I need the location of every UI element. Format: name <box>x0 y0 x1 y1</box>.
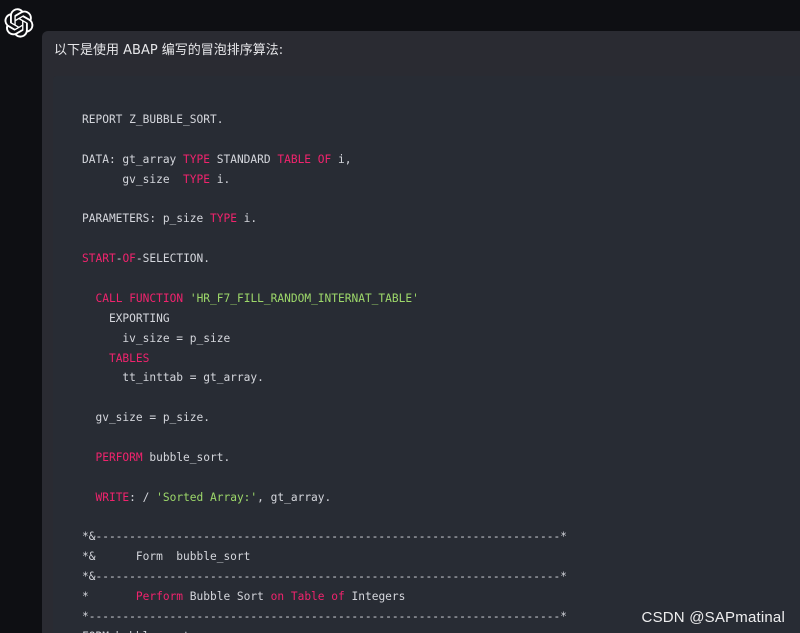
code-string: 'HR_F7_FILL_RANDOM_INTERNAT_TABLE' <box>189 291 419 305</box>
code-content: REPORT Z_BUBBLE_SORT. DATA: gt_array TYP… <box>82 110 567 633</box>
csdn-watermark: CSDN @SAPmatinal <box>641 609 785 626</box>
code-keyword: TYPE <box>183 172 210 186</box>
code-token: EXPORTING <box>82 311 170 325</box>
code-line: PERFORM bubble_sort. <box>82 448 567 468</box>
chat-page: 以下是使用 ABAP 编写的冒泡排序算法: REPORT Z_BUBBLE_SO… <box>0 0 800 633</box>
code-keyword: OF <box>317 152 332 166</box>
code-line: EXPORTING <box>82 309 567 329</box>
code-keyword: WRITE <box>95 490 130 504</box>
code-line: *&--------------------------------------… <box>82 527 567 547</box>
code-token: , gt_array. <box>257 490 332 504</box>
code-block: REPORT Z_BUBBLE_SORT. DATA: gt_array TYP… <box>53 76 800 633</box>
code-keyword: TABLE <box>277 152 312 166</box>
code-line: gv_size TYPE i. <box>82 170 567 190</box>
code-keyword: of <box>331 590 345 603</box>
code-keyword: on <box>270 590 285 603</box>
code-line: START-OF-SELECTION. <box>82 249 567 269</box>
code-line: *&--------------------------------------… <box>82 567 567 587</box>
code-keyword: Table <box>290 590 325 603</box>
code-token: *&--------------------------------------… <box>82 530 567 544</box>
code-line: * Perform Bubble Sort on Table of Intege… <box>82 587 567 607</box>
code-line: PARAMETERS: p_size TYPE i. <box>82 209 567 229</box>
code-token: *&--------------------------------------… <box>82 570 567 584</box>
code-keyword: TYPE <box>183 152 210 166</box>
code-token: DATA: gt_array <box>82 152 184 166</box>
code-line: REPORT Z_BUBBLE_SORT. <box>82 110 567 130</box>
code-token: -SELECTION. <box>135 252 211 266</box>
code-token: * <box>82 590 136 603</box>
code-token: Bubble Sort <box>183 590 271 603</box>
code-token: *---------------------------------------… <box>82 609 567 623</box>
code-keyword: CALL <box>95 291 123 305</box>
assistant-message: 以下是使用 ABAP 编写的冒泡排序算法: REPORT Z_BUBBLE_SO… <box>42 31 800 633</box>
code-token: tt_inttab = gt_array. <box>82 371 264 385</box>
code-token: REPORT Z_BUBBLE_SORT. <box>82 113 224 126</box>
code-keyword: Perform <box>135 590 184 603</box>
code-line: TABLES <box>82 349 567 369</box>
code-line: *& Form bubble_sort <box>82 547 567 567</box>
code-keyword: START <box>82 252 116 266</box>
code-token: : / <box>129 490 157 504</box>
code-token: iv_size = p_size <box>82 331 231 345</box>
code-token: gv_size = p_size. <box>82 411 210 425</box>
code-keyword: OF <box>122 252 136 266</box>
code-keyword: PERFORM <box>95 450 143 464</box>
openai-logo-icon <box>4 8 34 38</box>
code-token: Integers <box>344 590 406 603</box>
code-line: FORM bubble_sort. <box>82 627 567 633</box>
message-intro: 以下是使用 ABAP 编写的冒泡排序算法: <box>54 43 284 58</box>
code-token: bubble_sort. <box>142 450 231 464</box>
code-line: WRITE: / 'Sorted Array:', gt_array. <box>82 488 567 508</box>
code-token: i. <box>236 212 258 226</box>
code-keyword: FUNCTION <box>129 291 184 305</box>
code-token: STANDARD <box>210 152 278 166</box>
code-line: DATA: gt_array TYPE STANDARD TABLE OF i, <box>82 150 567 170</box>
code-token: *& Form bubble_sort <box>82 550 251 564</box>
code-keyword: TYPE <box>209 212 237 226</box>
code-line: *---------------------------------------… <box>82 607 567 627</box>
code-token: gv_size <box>82 172 184 186</box>
code-token: PARAMETERS: p_size <box>82 212 210 226</box>
code-token: i. <box>210 172 231 186</box>
code-line: tt_inttab = gt_array. <box>82 368 567 388</box>
code-line: CALL FUNCTION 'HR_F7_FILL_RANDOM_INTERNA… <box>82 289 567 309</box>
code-keyword: TABLES <box>108 351 150 365</box>
code-line: iv_size = p_size <box>82 329 567 349</box>
code-string: 'Sorted Array:' <box>156 490 258 504</box>
code-line: gv_size = p_size. <box>82 408 567 428</box>
code-token: i, <box>331 152 352 166</box>
